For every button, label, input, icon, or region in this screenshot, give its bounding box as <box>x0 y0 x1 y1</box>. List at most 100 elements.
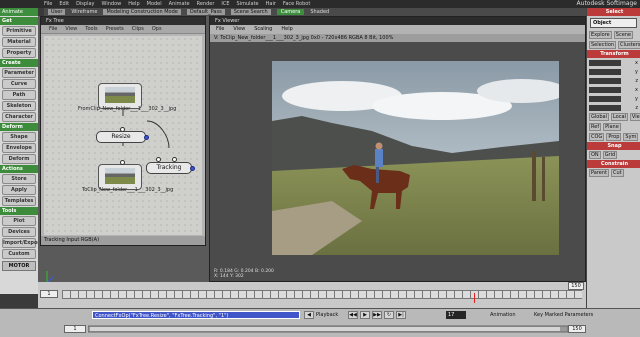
resize-input-port[interactable] <box>120 127 125 132</box>
menu-item[interactable]: Window <box>102 1 122 7</box>
import-export-button[interactable]: Import/Export <box>2 238 42 248</box>
fx-viewer-menu-scaling[interactable]: Scaling <box>254 25 272 34</box>
section-tools[interactable]: Tools <box>0 207 38 215</box>
tracking-port-top-1[interactable] <box>156 157 161 162</box>
menu-item[interactable]: Render <box>197 1 215 7</box>
transform-field[interactable] <box>589 95 621 102</box>
menu-item[interactable]: Hair <box>266 1 276 7</box>
timeline-ruler[interactable] <box>62 290 582 303</box>
pass-select[interactable]: Default_Pass <box>186 9 225 15</box>
snap-header[interactable]: Snap <box>587 142 640 150</box>
prev-frame-button[interactable]: ◀◀ <box>348 311 358 319</box>
motor-button[interactable]: MOTOR <box>2 261 36 271</box>
local-tab[interactable]: Local <box>610 113 628 121</box>
global-tab[interactable]: Global <box>589 113 609 121</box>
cog-tab[interactable]: COG <box>589 133 605 141</box>
fx-tree-menu-tools[interactable]: Tools <box>85 25 97 33</box>
mode-select[interactable]: Animate <box>0 8 38 16</box>
parent-tab[interactable]: Parent <box>589 169 610 177</box>
shaded-select[interactable]: Shaded <box>310 9 329 15</box>
animation-label[interactable]: Animation <box>490 312 516 318</box>
snap-grid-tab[interactable]: Grid <box>602 151 618 159</box>
menu-item[interactable]: ICE <box>221 1 229 7</box>
section-get[interactable]: Get <box>0 17 38 25</box>
menu-item[interactable]: Simulate <box>237 1 259 7</box>
property-button[interactable]: Property <box>2 48 36 58</box>
plot-button[interactable]: Plot <box>2 216 36 226</box>
fx-viewer-menu-file[interactable]: File <box>216 25 224 34</box>
timeline-start-frame[interactable]: 1 <box>40 290 58 298</box>
view-tab[interactable]: View <box>629 113 640 121</box>
timeline[interactable]: 1 150 <box>38 282 586 308</box>
command-line-input[interactable]: ConnectFxOp("FxTree.Resize", "FxTree.Tra… <box>92 311 300 319</box>
menu-item[interactable]: Edit <box>59 1 69 7</box>
snap-on-tab[interactable]: ON <box>589 151 601 159</box>
key-marked-parameters-label[interactable]: Key Marked Parameters <box>534 312 593 318</box>
transform-field[interactable] <box>589 68 621 75</box>
clip-preview-image[interactable] <box>272 61 559 255</box>
cut-tab[interactable]: Cut <box>611 169 624 177</box>
timeline-end-frame[interactable]: 150 <box>568 282 584 290</box>
tracking-port-top-2[interactable] <box>172 157 177 162</box>
resize-output-port[interactable] <box>144 135 149 140</box>
camera-select[interactable]: Camera <box>276 9 305 15</box>
range-end-field[interactable]: 150 <box>568 325 586 333</box>
scene-search-input[interactable]: Scene Search <box>230 9 271 15</box>
fx-tree-menu-presets[interactable]: Presets <box>106 25 124 33</box>
fx-tree-menu-file[interactable]: File <box>49 25 57 33</box>
apply-button[interactable]: Apply <box>2 185 36 195</box>
playback-label[interactable]: Playback <box>316 312 338 318</box>
menu-item[interactable]: File <box>44 1 52 7</box>
transform-header[interactable]: Transform <box>587 50 640 58</box>
prop-tab[interactable]: Prop <box>606 133 622 141</box>
fx-tree-graph[interactable]: FromClip_New_folder___1___302_3__jpg Res… <box>44 36 202 235</box>
next-frame-button[interactable]: ▶▶ <box>372 311 382 319</box>
transform-field[interactable] <box>589 86 621 93</box>
view-mode-select[interactable]: User <box>48 9 66 15</box>
devices-button[interactable]: Devices <box>2 227 36 237</box>
clusters-tab[interactable]: Clusters <box>618 41 640 49</box>
selection-tab[interactable]: Selection <box>589 41 617 49</box>
tracking-output-port[interactable] <box>190 166 195 171</box>
transform-field[interactable] <box>589 104 621 111</box>
play-button[interactable]: ▶ <box>360 311 370 319</box>
resize-node[interactable]: Resize <box>96 131 146 143</box>
menu-item[interactable]: Help <box>128 1 139 7</box>
menu-item[interactable]: Model <box>147 1 162 7</box>
wireframe-select[interactable]: Wireframe <box>71 9 97 15</box>
fx-viewer-menu-view[interactable]: View <box>233 25 245 34</box>
to-clip-input-port[interactable] <box>120 160 125 165</box>
go-end-button[interactable]: ▶| <box>396 311 406 319</box>
tracking-node[interactable]: Tracking <box>146 162 192 174</box>
shape-button[interactable]: Shape <box>2 132 36 142</box>
section-deform[interactable]: Deform <box>0 123 38 131</box>
parameter-button[interactable]: Parameter <box>2 68 36 78</box>
transform-field[interactable] <box>589 59 621 66</box>
timeline-marker[interactable] <box>474 293 475 303</box>
current-frame-field[interactable]: 17 <box>446 311 466 319</box>
select-header[interactable]: Select <box>587 8 640 16</box>
deform-button[interactable]: Deform <box>2 154 36 164</box>
menu-item[interactable]: Face Robot <box>283 1 310 7</box>
ref-tab[interactable]: Ref <box>589 123 602 131</box>
range-slider[interactable] <box>88 325 568 333</box>
templates-button[interactable]: Templates <box>2 196 36 206</box>
loop-button[interactable]: ↻ <box>384 311 394 319</box>
curve-button[interactable]: Curve <box>2 79 36 89</box>
section-create[interactable]: Create <box>0 59 38 67</box>
fx-viewer-menu-help[interactable]: Help <box>281 25 292 34</box>
sym-tab[interactable]: Sym <box>623 133 639 141</box>
material-button[interactable]: Material <box>2 37 36 47</box>
section-actions[interactable]: Actions <box>0 165 38 173</box>
scene-tab[interactable]: Scene <box>613 31 634 39</box>
transform-field[interactable] <box>589 77 621 84</box>
path-button[interactable]: Path <box>2 90 36 100</box>
envelope-button[interactable]: Envelope <box>2 143 36 153</box>
menu-item[interactable]: Display <box>76 1 94 7</box>
play-reverse-button[interactable]: ◀ <box>304 311 314 319</box>
skeleton-button[interactable]: Skeleton <box>2 101 36 111</box>
custom-button[interactable]: Custom <box>2 249 36 259</box>
construction-mode-select[interactable]: Modeling Construction Mode <box>103 9 181 15</box>
plane-tab[interactable]: Plane <box>603 123 621 131</box>
store-button[interactable]: Store <box>2 174 36 184</box>
